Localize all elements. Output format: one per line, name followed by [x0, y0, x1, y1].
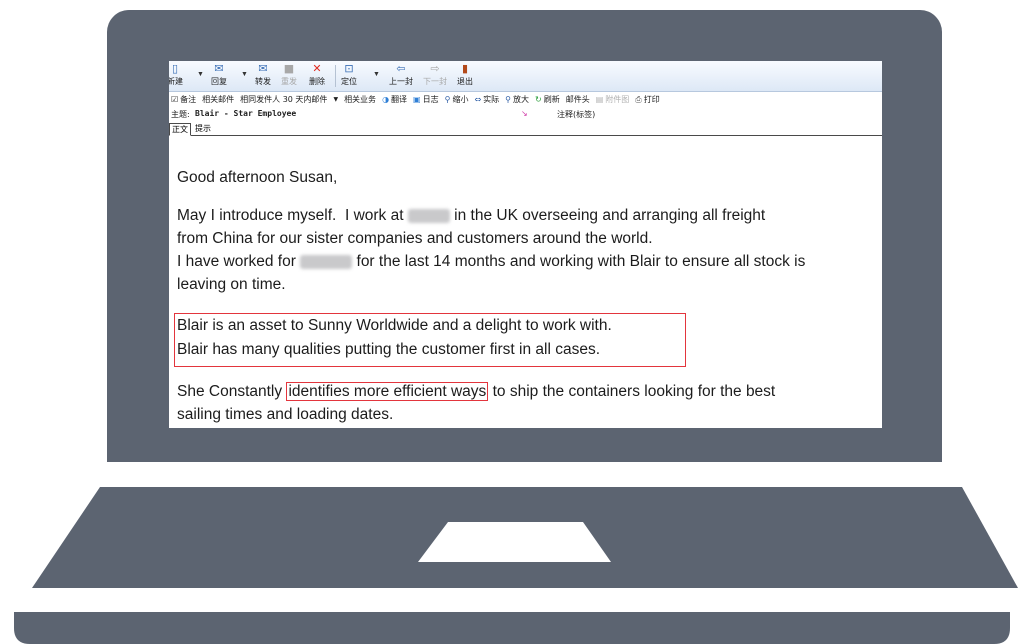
attachment-image-button[interactable]: ▤ 附件图: [596, 94, 630, 105]
related-business-button[interactable]: 相关业务: [344, 94, 376, 105]
tenure-line-2: leaving on time.: [177, 276, 286, 293]
log-button[interactable]: ▣ 日志: [413, 94, 439, 105]
content-tabs: 正文 提示: [169, 123, 882, 136]
efficiency-line-1: She Constantly identifies more efficient…: [177, 382, 776, 401]
tab-body[interactable]: 正文: [169, 123, 191, 136]
note-icon: ☑: [171, 95, 179, 104]
zoom-in-icon: ⚲: [505, 95, 512, 104]
secondary-toolbar: ☑ 备注 相关邮件 相同发件人 30 天内邮件 ▼ 相关业务 ◑ 翻译 ▣ 日志 ⚲ 缩…: [169, 92, 882, 107]
efficiency-line-2: sailing times and loading dates.: [177, 406, 394, 423]
redacted-company-name: [300, 254, 353, 269]
delete-icon: ✕: [312, 62, 322, 75]
new-mail-icon: ▯: [171, 62, 179, 75]
laptop-trackpad: [418, 522, 611, 562]
note-button[interactable]: ☑ 备注: [171, 94, 196, 105]
intro-line-1: May I introduce myself. I work at in the…: [177, 207, 766, 224]
exit-button[interactable]: ▮ 退出: [457, 63, 473, 87]
email-greeting: Good afternoon Susan,: [177, 169, 338, 186]
next-icon: ⇨: [430, 62, 440, 75]
mail-header-button[interactable]: 邮件头: [566, 94, 590, 105]
exit-icon: ▮: [461, 62, 469, 75]
resend-icon: ■: [283, 62, 295, 75]
translate-icon: ◑: [382, 95, 390, 104]
main-toolbar: ▯ 新建 ▼ ✉ 回复 ▼ ✉ 转发 ■ 重发 ✕ 删除 ⊡ 定位 ▼ ⇦ 上一…: [169, 61, 882, 92]
note-tag-label[interactable]: 注释(标签): [557, 109, 595, 120]
related-mail-button[interactable]: 相关邮件: [202, 94, 234, 105]
same-sender-mail-button[interactable]: 相同发件人 30 天内邮件: [240, 94, 327, 105]
new-mail-button[interactable]: ▯ 新建: [169, 63, 183, 87]
laptop-bottom-edge: [14, 612, 1010, 644]
redacted-company-name: [407, 208, 450, 223]
delete-button[interactable]: ✕ 删除: [309, 63, 325, 87]
actual-size-icon: ⇔: [474, 95, 482, 104]
related-dropdown-icon[interactable]: ▼: [333, 96, 338, 103]
print-button[interactable]: ⎙ 打印: [635, 94, 659, 105]
highlight-line-2: Blair has many qualities putting the cus…: [177, 341, 600, 358]
next-button[interactable]: ⇨ 下一封: [423, 63, 447, 87]
forward-icon: ✉: [258, 62, 268, 75]
locate-icon: ⊡: [344, 62, 354, 75]
tenure-line-1: I have worked for for the last 14 months…: [177, 253, 806, 270]
zoom-in-button[interactable]: ⚲ 放大: [505, 94, 529, 105]
reply-button[interactable]: ✉ 回复: [211, 63, 227, 87]
highlight-line-1: Blair is an asset to Sunny Worldwide and…: [177, 317, 612, 334]
locate-dropdown-icon[interactable]: ▼: [373, 71, 380, 78]
forward-button[interactable]: ✉ 转发: [255, 63, 271, 87]
locate-button[interactable]: ⊡ 定位: [341, 63, 357, 87]
resend-button[interactable]: ■ 重发: [281, 63, 297, 87]
highlighted-phrase: identifies more efficient ways: [286, 382, 489, 401]
refresh-icon: ↻: [535, 95, 542, 104]
zoom-out-button[interactable]: ⚲ 缩小: [445, 94, 469, 105]
actual-size-button[interactable]: ⇔ 实际: [474, 94, 499, 105]
zoom-out-icon: ⚲: [444, 95, 451, 104]
previous-button[interactable]: ⇦ 上一封: [389, 63, 413, 87]
toolbar-separator: [335, 65, 336, 87]
subject-row: 主题: Blair - Star Employee ↘ 注释(标签): [169, 108, 882, 120]
new-mail-dropdown-icon[interactable]: ▼: [197, 71, 204, 78]
attachment-image-icon: ▤: [595, 95, 604, 104]
intro-line-2: from China for our sister companies and …: [177, 230, 653, 247]
print-icon: ⎙: [635, 94, 642, 104]
previous-icon: ⇦: [396, 62, 406, 75]
reply-dropdown-icon[interactable]: ▼: [241, 71, 248, 78]
subject-label: 主题:: [171, 110, 190, 119]
tab-hints[interactable]: 提示: [193, 123, 213, 134]
refresh-button[interactable]: ↻ 刷新: [535, 94, 560, 105]
laptop-screen: ▯ 新建 ▼ ✉ 回复 ▼ ✉ 转发 ■ 重发 ✕ 删除 ⊡ 定位 ▼ ⇦ 上一…: [169, 61, 882, 428]
log-icon: ▣: [413, 95, 421, 104]
tag-marker-icon: ↘: [521, 109, 528, 118]
subject-value: Blair - Star Employee: [195, 109, 297, 118]
translate-button[interactable]: ◑ 翻译: [382, 94, 407, 105]
reply-icon: ✉: [214, 62, 224, 75]
